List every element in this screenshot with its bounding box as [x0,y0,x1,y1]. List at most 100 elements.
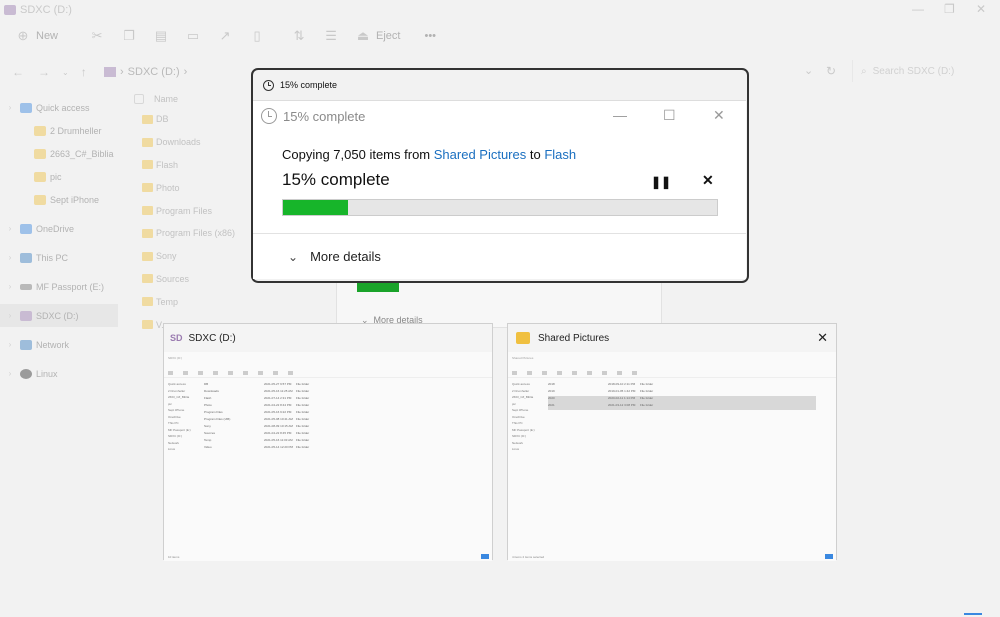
expand-chevron-icon[interactable]: › [4,340,16,349]
sidebar-item[interactable]: Sept iPhone [0,188,118,211]
pause-button[interactable]: ❚❚ [651,175,671,189]
address-bar[interactable]: › SDXC (D:) › [104,62,187,82]
file-row[interactable]: DB [130,108,235,131]
file-row[interactable]: Program Files [130,199,235,222]
folder-icon [34,148,46,159]
folder-icon [142,320,153,330]
mini-window-title: SDXC (D:) [168,356,183,360]
name-column-label: Name [154,94,179,104]
file-row[interactable]: Sources [130,268,235,291]
cancel-button[interactable]: ✕ [702,172,714,189]
folder-icon [142,251,153,261]
paste-button[interactable]: ▤ [154,28,168,43]
copy-description: Copying 7,050 items from Shared Pictures… [282,147,576,162]
chevron-down-icon: ⌄ [288,249,299,264]
more-options-label: ••• [424,30,437,42]
command-bar: ⊕ New ✂ ❐ ▤ ▭ ↗ ▯ ⇅ ☰ ⏏ Eject ••• [0,22,1000,50]
mini-sidebar-item: Linux [168,447,176,451]
sidebar-item[interactable]: › MF Passport (E:) [0,275,118,298]
sidebar-item-label: 2663_C#_Biblia [50,148,114,159]
mini-file-row: DB 2021-05-27 9:57 PM File folder [204,382,472,389]
copy-button[interactable]: ❐ [122,28,136,43]
sidebar-item[interactable]: › Quick access [0,96,118,119]
close-button[interactable]: ✕ [976,2,986,16]
dialog-minimize-button[interactable]: — [613,107,627,123]
share-button[interactable]: ↗ [218,28,232,43]
select-all-checkbox[interactable] [134,94,144,104]
rename-button[interactable]: ▭ [186,28,200,43]
file-row[interactable]: Temp [130,290,235,313]
dialog-close-button[interactable]: ✕ [713,107,725,124]
expand-chevron-icon[interactable]: › [4,311,16,320]
mini-file-name: 2021 [548,403,555,407]
sidebar-item[interactable]: › OneDrive [0,217,118,240]
mini-file-row: Sources 2021-04-22 8:45 PM File folder [204,431,472,438]
expand-chevron-icon[interactable]: › [4,103,16,112]
dialog-maximize-button[interactable]: ☐ [663,107,676,124]
search-input[interactable]: ⌕ Search SDXC (D:) [852,60,1000,82]
sidebar-item[interactable]: › Linux [0,362,118,385]
file-list: Name DB Downloads Flash Photo Program Files P… [130,90,235,336]
minimize-button[interactable]: — [912,2,924,16]
address-dropdown-icon[interactable]: ⌄ [804,64,813,77]
expand-chevron-icon[interactable]: › [4,369,16,378]
address-chevron: › [183,66,188,78]
new-button[interactable]: ⊕ New [16,28,58,43]
linux-icon [20,368,32,379]
mini-file-date: 2021-05-14 12:20 PM [264,445,294,449]
view-button[interactable]: ☰ [324,28,338,43]
maximize-button[interactable]: ❐ [944,2,955,16]
sidebar-item[interactable]: › Network [0,333,118,356]
sidebar-item[interactable]: › SDXC (D:) [0,304,118,327]
mini-file-type: File folder [640,396,654,400]
sidebar-item[interactable]: pic [0,165,118,188]
mini-file-date: 2021-04-22 8:45 PM [264,431,292,435]
mini-file-row: Flash 2021-07-14 2:31 PM File folder [204,396,472,403]
mini-file-date: 2021-08-09 10:15 AM [264,424,293,428]
progress-fill [283,200,349,215]
more-details-label: More details [310,249,381,264]
file-row[interactable]: Flash [130,154,235,177]
thumbnail-preview: Shared Pictures Quick access 2 Drumheller… [508,352,836,561]
column-header[interactable]: Name [130,90,235,108]
sidebar-item[interactable]: 2663_C#_Biblia [0,142,118,165]
expand-chevron-icon[interactable]: › [4,224,16,233]
mini-command-icons [512,364,840,375]
expand-chevron-icon[interactable]: › [4,282,16,291]
sidebar-item[interactable]: 2 Drumheller [0,119,118,142]
mini-file-name: Sources [204,431,216,435]
back-arrow-icon[interactable]: ← [12,65,24,79]
eject-button[interactable]: ⏏ Eject [356,28,401,43]
refresh-icon[interactable]: ↻ [826,64,836,78]
destination-link[interactable]: Flash [544,147,576,162]
mini-file-list: DB 2021-05-27 9:57 PM File folder Downloads… [204,382,472,452]
thumbnail-sdxc[interactable]: SD SDXC (D:) SDXC (D:) Quick access 2 Dru… [163,323,493,561]
progress-bar [282,199,718,216]
plus-icon: ⊕ [17,28,29,43]
delete-button[interactable]: ▯ [250,28,264,43]
file-row[interactable]: Photo [130,176,235,199]
cut-button[interactable]: ✂ [90,28,104,43]
mini-file-name: 2020 [548,396,555,400]
source-link[interactable]: Shared Pictures [434,147,527,162]
more-details-button[interactable]: ⌄ More details [288,249,381,264]
recent-chevron-icon[interactable]: ⌄ [62,68,69,77]
more-options-button[interactable]: ••• [418,30,436,42]
file-row[interactable]: Program Files (x86) [130,222,235,245]
ghost-progress-fill [357,283,399,292]
mini-file-row: Program Files 2021-05-16 9:22 PM File fold… [204,410,472,417]
sort-button[interactable]: ⇅ [292,28,306,43]
sidebar-item-label: Linux [36,368,58,379]
file-row[interactable]: Sony [130,245,235,268]
thumbnail-shared-pictures[interactable]: Shared Pictures ✕ Shared Pictures Quick … [507,323,837,561]
file-row[interactable]: Downloads [130,131,235,154]
sidebar-item[interactable]: › This PC [0,246,118,269]
mini-file-type: File folder [640,403,654,407]
mini-file-name: Video [204,445,212,449]
mini-file-row: Downloads 2021-05-16 11:25 AM File folder [204,389,472,396]
mini-file-name: Photo [204,403,212,407]
expand-chevron-icon[interactable]: › [4,253,16,262]
up-arrow-icon[interactable]: ↑ [81,65,87,79]
forward-arrow-icon[interactable]: → [38,65,50,79]
close-icon[interactable]: ✕ [817,330,828,346]
